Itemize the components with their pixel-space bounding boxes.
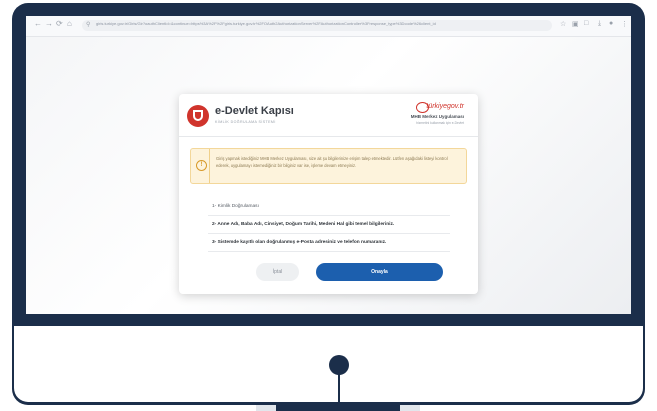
shield-icon xyxy=(193,110,203,121)
extensions-icon[interactable]: ▣ xyxy=(572,20,579,28)
reload-icon[interactable]: ⟳ xyxy=(56,19,63,28)
menu-icon[interactable]: ⋮ xyxy=(621,20,628,28)
info-icon: ! xyxy=(196,160,207,171)
e-devlet-logo-icon xyxy=(187,105,209,127)
authorization-dialog: e-Devlet Kapısı KİMLİK DOĞRULAMA SİSTEMİ… xyxy=(179,94,478,294)
monitor-power-dot xyxy=(329,355,349,375)
item-divider xyxy=(208,233,450,234)
header-divider xyxy=(179,136,478,137)
confirm-button[interactable]: Onayla xyxy=(316,263,443,281)
app-note: hizmetini kullanmak için e-Devlet xyxy=(416,121,464,125)
brand-subtitle: KİMLİK DOĞRULAMA SİSTEMİ xyxy=(215,120,276,124)
lock-icon: ⚲ xyxy=(86,22,91,28)
app-name: MHB Merkez Uygulaması xyxy=(410,114,464,119)
turkiye-gov-logo: türkiyegov.tr xyxy=(416,102,464,113)
forward-icon[interactable]: → xyxy=(45,19,53,28)
alert-separator xyxy=(209,149,210,183)
monitor-cable xyxy=(338,372,340,411)
back-icon[interactable]: ← xyxy=(34,19,42,28)
browser-toolbar: ← → ⟳ ⌂ ⚲ giris.turkiye.gov.tr/Giris/Gir… xyxy=(26,16,631,37)
bookmark-star-icon[interactable]: ☆ xyxy=(560,20,566,28)
home-icon[interactable]: ⌂ xyxy=(67,19,72,28)
permission-item: 1- Kimlik Doğrulaması xyxy=(212,204,259,209)
item-divider xyxy=(208,251,450,252)
permission-item: 2- Anne Adı, Baba Adı, Cinsiyet, Doğum T… xyxy=(212,222,395,227)
warning-alert: ! Giriş yapmak istediğiniz MHB Merkez Uy… xyxy=(190,148,467,184)
download-icon[interactable]: ⤓ xyxy=(598,20,601,28)
item-divider xyxy=(208,215,450,216)
alert-text: Giriş yapmak istediğiniz MHB Merkez Uygu… xyxy=(216,156,448,168)
brand-title: e-Devlet Kapısı xyxy=(215,105,294,117)
cancel-button[interactable]: İptal xyxy=(256,263,299,281)
address-bar[interactable]: ⚲ giris.turkiye.gov.tr/Giris/Gir?oauthCl… xyxy=(82,20,552,31)
window-icon[interactable]: □ xyxy=(584,20,588,27)
monitor-screen: ← → ⟳ ⌂ ⚲ giris.turkiye.gov.tr/Giris/Gir… xyxy=(26,16,631,314)
address-url: giris.turkiye.gov.tr/Giris/Gir?oauthClie… xyxy=(96,21,436,26)
profile-icon[interactable]: ● xyxy=(609,20,613,27)
permission-item: 3- Sistemde kayıtlı olan doğrulanmış e-P… xyxy=(212,240,387,245)
